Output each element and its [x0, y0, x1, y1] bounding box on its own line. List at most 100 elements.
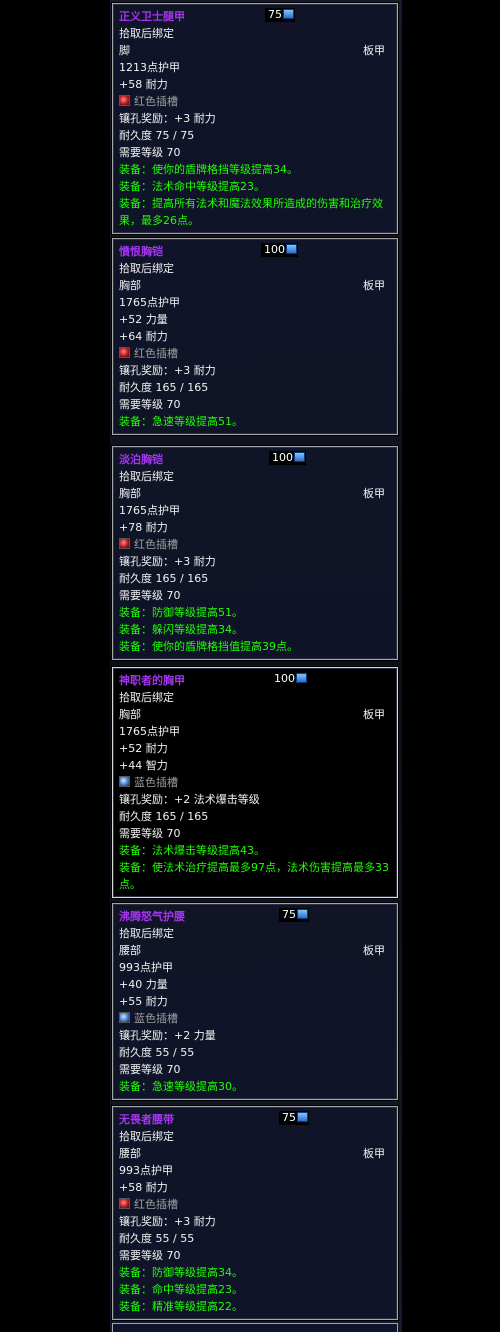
stat-text: +44 智力 — [119, 759, 168, 772]
equip-effect-text: 装备：精准等级提高22。 — [119, 1300, 243, 1313]
item-name[interactable]: 正义卫士腿甲 — [119, 10, 185, 23]
equip-effect: 装备：使法术治疗提高最多97点，法术伤害提高最多33点。 — [119, 859, 391, 893]
slot-text: 腰部 — [119, 944, 141, 957]
item-tooltip: 神职者的胸甲 100 拾取后绑定胸部 板甲 1765点护甲 +52 耐力 +44 智力蓝色插… — [112, 667, 398, 898]
item-tooltip: 淡泊胸铠 100 拾取后绑定 胸部 板甲 1765点护甲 +78 耐力 红色插槽 镶孔奖励：+3… — [112, 446, 398, 660]
socket-bonus-text: 镶孔奖励：+2 法术爆击等级 — [119, 793, 260, 806]
item-level-value: 75 — [282, 908, 296, 921]
req-level-row: 需要等级 70 — [119, 144, 391, 161]
socket-bonus-row: 镶孔奖励：+3 耐力 — [119, 1213, 391, 1230]
equip-effect: 装备：急速等级提高51。 — [119, 413, 391, 430]
item-tooltip: 沸腾怒气护腰 75 拾取后绑定 腰部 板甲 993点护甲 +40 力量 +55 耐力 蓝色插槽镶… — [112, 903, 398, 1100]
item-name[interactable]: 沸腾怒气护腰 — [119, 910, 185, 923]
bind-row: 拾取后绑定 — [119, 689, 391, 706]
slot-row: 腰部 板甲 — [119, 1145, 391, 1162]
equip-effect-text: 装备：使你的盾牌格挡值提高39点。 — [119, 640, 298, 653]
armor-type: 板甲 — [363, 708, 385, 721]
stat-row: +58 耐力 — [119, 1179, 391, 1196]
stat-text: +55 耐力 — [119, 995, 168, 1008]
stat-row: +64 耐力 — [119, 328, 391, 345]
item-level-badge: 75 — [279, 908, 309, 922]
equip-effect-text: 装备：使你的盾牌格挡等级提高34。 — [119, 163, 298, 176]
stat-row: +52 力量 — [119, 311, 391, 328]
bind-text: 拾取后绑定 — [119, 27, 174, 40]
stat-text: 1213点护甲 — [119, 61, 180, 74]
durability-text: 耐久度 165 / 165 — [119, 572, 209, 585]
item-name[interactable]: 神职者的胸甲 — [119, 674, 185, 687]
equip-effect: 装备：使你的盾牌格挡等级提高34。 — [119, 161, 391, 178]
socket-row: 蓝色插槽 — [119, 1010, 391, 1027]
bind-row: 拾取后绑定 — [119, 925, 391, 942]
req-level-text: 需要等级 70 — [119, 1249, 181, 1262]
stat-row: +40 力量 — [119, 976, 391, 993]
red-socket-icon — [119, 538, 130, 549]
item-name[interactable]: 憤恨胸铠 — [119, 245, 163, 258]
durability-row: 耐久度 75 / 75 — [119, 127, 391, 144]
durability-row: 耐久度 165 / 165 — [119, 808, 391, 825]
socket-bonus-row: 镶孔奖励：+2 法术爆击等级 — [119, 791, 391, 808]
bind-text: 拾取后绑定 — [119, 691, 174, 704]
item-level-icon — [297, 1112, 308, 1122]
item-name[interactable]: 淡泊胸铠 — [119, 453, 163, 466]
socket-label: 红色插槽 — [134, 538, 178, 551]
item-level-value: 75 — [282, 1111, 296, 1124]
equip-effect: 装备：防御等级提高34。 — [119, 1264, 391, 1281]
durability-row: 耐久度 165 / 165 — [119, 570, 391, 587]
red-socket-icon — [119, 1198, 130, 1209]
socket-bonus-text: 镶孔奖励：+2 力量 — [119, 1029, 216, 1042]
equip-effect: 装备：法术爆击等级提高43。 — [119, 842, 391, 859]
slot-text: 胸部 — [119, 708, 141, 721]
socket-row: 红色插槽 — [119, 1196, 391, 1213]
socket-label: 红色插槽 — [134, 347, 178, 360]
bind-text: 拾取后绑定 — [119, 470, 174, 483]
armor-type: 板甲 — [363, 1147, 385, 1160]
equip-effect: 装备：提高所有法术和魔法效果所造成的伤害和治疗效果，最多26点。 — [119, 195, 391, 229]
item-level-badge: 100 — [269, 451, 306, 465]
stat-text: +40 力量 — [119, 978, 168, 991]
socket-label: 蓝色插槽 — [134, 776, 178, 789]
durability-text: 耐久度 165 / 165 — [119, 810, 209, 823]
req-level-text: 需要等级 70 — [119, 1063, 181, 1076]
tooltip-partial-bottom — [112, 1323, 398, 1332]
tooltip-header: 正义卫士腿甲 75 — [119, 8, 391, 25]
socket-bonus-text: 镶孔奖励：+3 耐力 — [119, 555, 216, 568]
stat-row: 993点护甲 — [119, 959, 391, 976]
req-level-text: 需要等级 70 — [119, 827, 181, 840]
req-level-row: 需要等级 70 — [119, 1247, 391, 1264]
equip-effect: 装备：精准等级提高22。 — [119, 1298, 391, 1315]
tooltip-header: 无畏者腰带 75 — [119, 1111, 391, 1128]
tooltip-header: 神职者的胸甲 100 — [119, 672, 391, 689]
durability-text: 耐久度 75 / 75 — [119, 129, 195, 142]
stat-text: +64 耐力 — [119, 330, 168, 343]
slot-text: 腰部 — [119, 1147, 141, 1160]
stat-row: +52 耐力 — [119, 740, 391, 757]
red-socket-icon — [119, 347, 130, 358]
stat-text: +78 耐力 — [119, 521, 168, 534]
socket-label: 红色插槽 — [134, 95, 178, 108]
armor-type: 板甲 — [363, 487, 385, 500]
stat-text: +52 力量 — [119, 313, 168, 326]
durability-text: 耐久度 55 / 55 — [119, 1046, 195, 1059]
socket-bonus-text: 镶孔奖励：+3 耐力 — [119, 1215, 216, 1228]
socket-row: 红色插槽 — [119, 536, 391, 553]
equip-effect-text: 装备：法术爆击等级提高43。 — [119, 844, 265, 857]
bind-text: 拾取后绑定 — [119, 1130, 174, 1143]
bind-row: 拾取后绑定 — [119, 25, 391, 42]
item-tooltip: 憤恨胸铠 100 拾取后绑定 胸部 板甲 1765点护甲 +52 力量 +64 耐力 红色插槽镶… — [112, 238, 398, 435]
durability-row: 耐久度 55 / 55 — [119, 1230, 391, 1247]
tooltip-header: 憤恨胸铠 100 — [119, 243, 391, 260]
req-level-row: 需要等级 70 — [119, 1061, 391, 1078]
item-name[interactable]: 无畏者腰带 — [119, 1113, 174, 1126]
socket-row: 红色插槽 — [119, 345, 391, 362]
socket-bonus-text: 镶孔奖励：+3 耐力 — [119, 364, 216, 377]
equip-effect: 装备：使你的盾牌格挡值提高39点。 — [119, 638, 391, 655]
equip-effect-text: 装备：防御等级提高51。 — [119, 606, 243, 619]
equip-effect: 装备：防御等级提高51。 — [119, 604, 391, 621]
stat-text: +58 耐力 — [119, 1181, 168, 1194]
stat-row: 1765点护甲 — [119, 723, 391, 740]
stat-text: +58 耐力 — [119, 78, 168, 91]
stat-row: +58 耐力 — [119, 76, 391, 93]
bind-row: 拾取后绑定 — [119, 1128, 391, 1145]
stat-text: 1765点护甲 — [119, 296, 180, 309]
slot-row: 胸部 板甲 — [119, 485, 391, 502]
